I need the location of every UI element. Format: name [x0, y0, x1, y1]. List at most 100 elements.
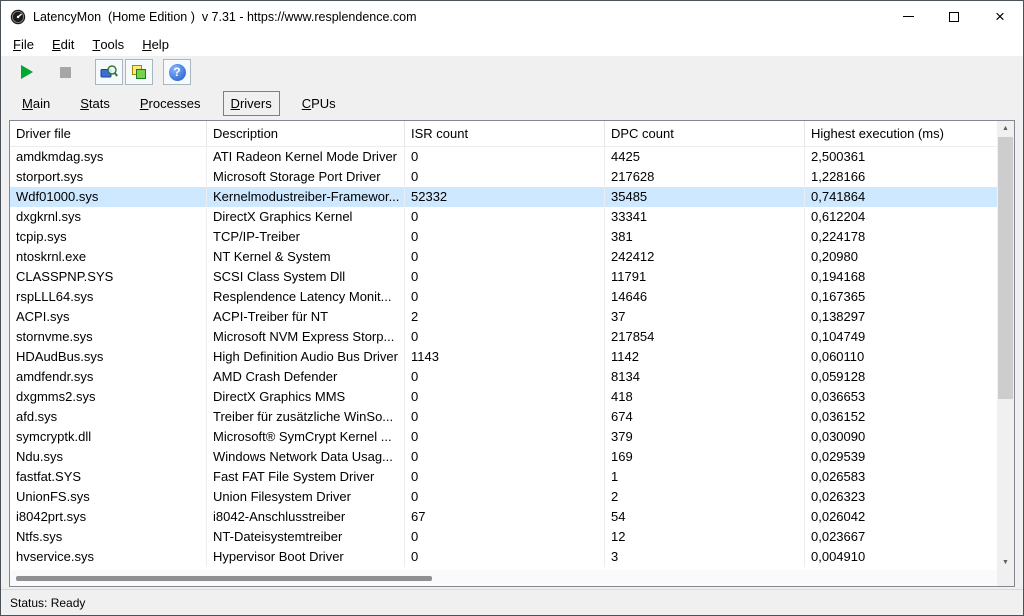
table-cell: 0 — [405, 167, 605, 187]
scroll-down-icon[interactable]: ▼ — [997, 555, 1014, 570]
table-cell: symcryptk.dll — [10, 427, 207, 447]
table-cell: 0,004910 — [805, 547, 997, 567]
table-cell: 217628 — [605, 167, 805, 187]
table-row[interactable]: fastfat.SYSFast FAT File System Driver01… — [10, 467, 997, 487]
table-row[interactable]: amdfendr.sysAMD Crash Defender081340,059… — [10, 367, 997, 387]
start-monitor-button[interactable] — [13, 59, 41, 85]
table-cell: 12 — [605, 527, 805, 547]
table-cell: 381 — [605, 227, 805, 247]
table-cell: 0 — [405, 327, 605, 347]
menu-edit[interactable]: Edit — [43, 32, 83, 56]
column-header[interactable]: Highest execution (ms) — [805, 121, 997, 146]
title-bar[interactable]: LatencyMon (Home Edition ) v 7.31 - http… — [1, 1, 1023, 32]
table-cell: DirectX Graphics MMS — [207, 387, 405, 407]
table-row[interactable]: ACPI.sysACPI-Treiber für NT2370,138297 — [10, 307, 997, 327]
menu-help[interactable]: Help — [133, 32, 178, 56]
table-cell: Windows Network Data Usag... — [207, 447, 405, 467]
table-cell: AMD Crash Defender — [207, 367, 405, 387]
menu-bar: FileEditToolsHelp — [1, 32, 1023, 56]
table-cell: 0,023667 — [805, 527, 997, 547]
table-cell: 0 — [405, 267, 605, 287]
table-cell: 3 — [605, 547, 805, 567]
window-controls: × — [885, 1, 1023, 32]
scroll-up-icon[interactable]: ▲ — [997, 121, 1014, 136]
table-cell: 0,059128 — [805, 367, 997, 387]
table-cell: 674 — [605, 407, 805, 427]
vertical-scroll-thumb[interactable] — [998, 137, 1013, 399]
table-row[interactable]: ntoskrnl.exeNT Kernel & System02424120,2… — [10, 247, 997, 267]
table-cell: Microsoft Storage Port Driver — [207, 167, 405, 187]
table-cell: 52332 — [405, 187, 605, 207]
table-cell: DirectX Graphics Kernel — [207, 207, 405, 227]
horizontal-scrollbar[interactable] — [10, 570, 997, 586]
table-cell: Union Filesystem Driver — [207, 487, 405, 507]
table-cell: 11791 — [605, 267, 805, 287]
table-cell: afd.sys — [10, 407, 207, 427]
table-row[interactable]: i8042prt.sysi8042-Anschlusstreiber67540,… — [10, 507, 997, 527]
analyze-drivers-button[interactable] — [95, 59, 123, 85]
app-window: LatencyMon (Home Edition ) v 7.31 - http… — [0, 0, 1024, 616]
menu-tools[interactable]: Tools — [83, 32, 133, 56]
table-row[interactable]: symcryptk.dllMicrosoft® SymCrypt Kernel … — [10, 427, 997, 447]
toolbar: ? — [1, 56, 1023, 88]
table-cell: TCP/IP-Treiber — [207, 227, 405, 247]
column-header[interactable]: ISR count — [405, 121, 605, 146]
table-cell: 0 — [405, 227, 605, 247]
vertical-scrollbar[interactable]: ▲ ▼ — [997, 121, 1014, 570]
table-cell: 0 — [405, 147, 605, 167]
column-header[interactable]: Driver file — [10, 121, 207, 146]
table-cell: 0,030090 — [805, 427, 997, 447]
table-cell: stornvme.sys — [10, 327, 207, 347]
table-row[interactable]: HDAudBus.sysHigh Definition Audio Bus Dr… — [10, 347, 997, 367]
table-cell: Hypervisor Boot Driver — [207, 547, 405, 567]
column-header[interactable]: DPC count — [605, 121, 805, 146]
table-row[interactable]: Ndu.sysWindows Network Data Usag...01690… — [10, 447, 997, 467]
table-row[interactable]: dxgmms2.sysDirectX Graphics MMS04180,036… — [10, 387, 997, 407]
table-row[interactable]: dxgkrnl.sysDirectX Graphics Kernel033341… — [10, 207, 997, 227]
tab-drivers[interactable]: Drivers — [223, 91, 280, 116]
table-row[interactable]: stornvme.sysMicrosoft NVM Express Storp.… — [10, 327, 997, 347]
table-row[interactable]: rspLLL64.sysResplendence Latency Monit..… — [10, 287, 997, 307]
table-cell: 217854 — [605, 327, 805, 347]
table-cell: 35485 — [605, 187, 805, 207]
horizontal-scroll-thumb[interactable] — [16, 576, 432, 581]
table-cell: 169 — [605, 447, 805, 467]
tab-stats[interactable]: Stats — [72, 91, 118, 116]
column-header[interactable]: Description — [207, 121, 405, 146]
table-cell: ACPI-Treiber für NT — [207, 307, 405, 327]
table-row[interactable]: hvservice.sysHypervisor Boot Driver030,0… — [10, 547, 997, 567]
table-row[interactable]: amdkmdag.sysATI Radeon Kernel Mode Drive… — [10, 147, 997, 167]
minimize-icon — [903, 16, 914, 17]
table-cell: i8042prt.sys — [10, 507, 207, 527]
tab-processes[interactable]: Processes — [132, 91, 209, 116]
table-cell: 0 — [405, 447, 605, 467]
table-row[interactable]: afd.sysTreiber für zusätzliche WinSo...0… — [10, 407, 997, 427]
tab-main[interactable]: Main — [14, 91, 58, 116]
table-row[interactable]: storport.sysMicrosoft Storage Port Drive… — [10, 167, 997, 187]
maximize-button[interactable] — [931, 1, 977, 32]
table-cell: 0,224178 — [805, 227, 997, 247]
help-icon: ? — [169, 64, 186, 81]
windows-view-button[interactable] — [125, 59, 153, 85]
tab-cpus[interactable]: CPUs — [294, 91, 344, 116]
table-row[interactable]: CLASSPNP.SYSSCSI Class System Dll0117910… — [10, 267, 997, 287]
stop-monitor-button[interactable] — [51, 59, 79, 85]
table-row[interactable]: tcpip.sysTCP/IP-Treiber03810,224178 — [10, 227, 997, 247]
help-button[interactable]: ? — [163, 59, 191, 85]
menu-file[interactable]: File — [4, 32, 43, 56]
table-cell: Kernelmodustreiber-Framewor... — [207, 187, 405, 207]
table-cell: UnionFS.sys — [10, 487, 207, 507]
table-cell: 33341 — [605, 207, 805, 227]
table-cell: 0 — [405, 287, 605, 307]
close-button[interactable]: × — [977, 1, 1023, 32]
table-cell: 242412 — [605, 247, 805, 267]
table-cell: Microsoft® SymCrypt Kernel ... — [207, 427, 405, 447]
table-row[interactable]: UnionFS.sysUnion Filesystem Driver020,02… — [10, 487, 997, 507]
table-cell: 0,026323 — [805, 487, 997, 507]
table-cell: 0,104749 — [805, 327, 997, 347]
table-row[interactable]: Wdf01000.sysKernelmodustreiber-Framewor.… — [10, 187, 997, 207]
window-title: LatencyMon (Home Edition ) v 7.31 - http… — [33, 10, 417, 24]
minimize-button[interactable] — [885, 1, 931, 32]
table-row[interactable]: Ntfs.sysNT-Dateisystemtreiber0120,023667 — [10, 527, 997, 547]
tab-bar: Main Stats Processes Drivers CPUs — [1, 88, 1023, 119]
